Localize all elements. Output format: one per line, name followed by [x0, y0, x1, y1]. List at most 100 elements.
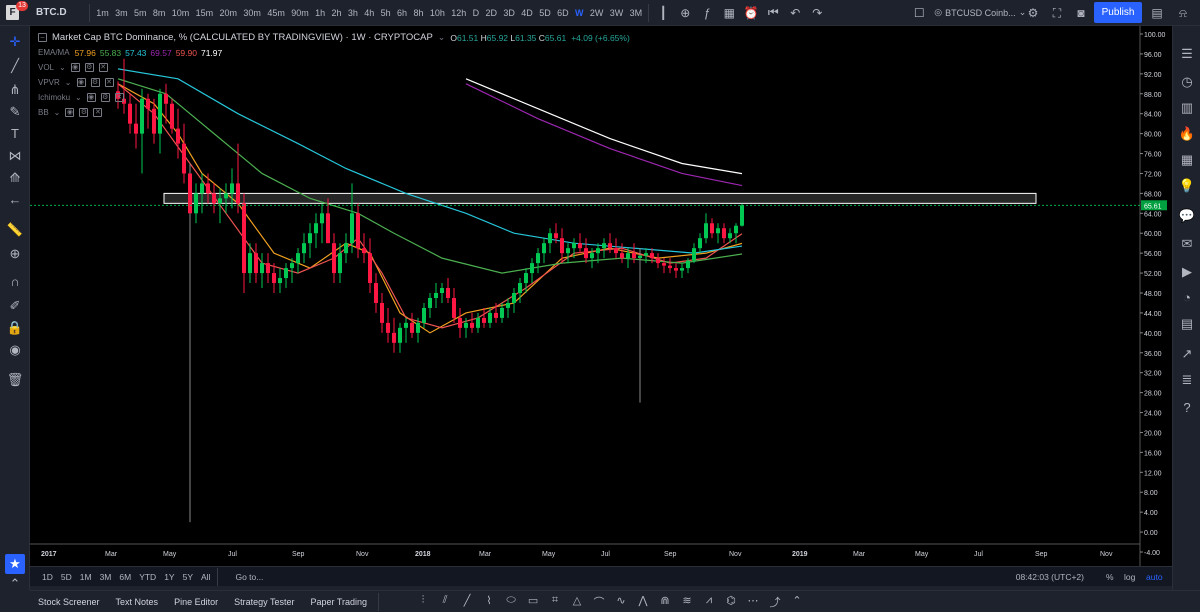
- range-5Y[interactable]: 5Y: [179, 572, 197, 582]
- hotlist-icon[interactable]: 🔥: [1177, 124, 1197, 144]
- cycle-icon[interactable]: ⌬: [720, 594, 742, 610]
- timeframe-4D[interactable]: 4D: [518, 8, 536, 18]
- goto-button[interactable]: Go to...: [221, 572, 263, 582]
- chevron-down-icon[interactable]: ⌄: [75, 93, 82, 102]
- range-5D[interactable]: 5D: [57, 572, 76, 582]
- range-All[interactable]: All: [197, 572, 214, 582]
- lock-icon[interactable]: 🔒: [5, 318, 25, 338]
- watchlist-panel-icon[interactable]: ☰: [1177, 44, 1197, 64]
- timeframe-2h[interactable]: 2h: [328, 8, 344, 18]
- favorites-star-icon[interactable]: ★: [5, 554, 25, 574]
- templates-icon[interactable]: ▦: [718, 6, 740, 20]
- text-icon[interactable]: T: [5, 124, 25, 144]
- chevron-down-icon[interactable]: ⌄: [438, 32, 446, 43]
- eye-icon[interactable]: ◉: [70, 63, 80, 72]
- range-3M[interactable]: 3M: [96, 572, 116, 582]
- timeframe-5m[interactable]: 5m: [131, 8, 150, 18]
- timeframe-2W[interactable]: 2W: [587, 8, 607, 18]
- timeframe-8m[interactable]: 8m: [150, 8, 169, 18]
- eye-icon[interactable]: ◉: [65, 108, 75, 117]
- menu-logo[interactable]: F 13: [0, 0, 28, 26]
- timeframe-10m[interactable]: 10m: [169, 8, 193, 18]
- layout-icon[interactable]: ☐: [908, 6, 930, 20]
- abcd-icon[interactable]: ⩘: [698, 594, 720, 610]
- chat-icon[interactable]: 💬: [1177, 206, 1197, 226]
- forecast-icon[interactable]: ⤴: [764, 594, 786, 610]
- private-chat-icon[interactable]: ✉: [1177, 234, 1197, 254]
- fullscreen-icon[interactable]: ⛶: [1046, 2, 1068, 24]
- triangle-icon[interactable]: △: [566, 594, 588, 610]
- log-scale-toggle[interactable]: log: [1124, 572, 1135, 582]
- help-icon[interactable]: ?: [1177, 398, 1197, 418]
- publish-button[interactable]: Publish: [1094, 2, 1142, 23]
- ellipse-icon[interactable]: ⬭: [500, 594, 522, 610]
- xabcd-icon[interactable]: ⋀: [632, 594, 654, 610]
- channel-icon[interactable]: ⫽: [434, 594, 456, 610]
- compare-symbol[interactable]: ◎ BTCUSD Coinb... ⌄: [930, 7, 1030, 18]
- undo-icon[interactable]: ↶: [784, 6, 806, 20]
- timeframe-1h[interactable]: 1h: [312, 8, 328, 18]
- ruler-icon[interactable]: 📏: [5, 220, 25, 240]
- timeframe-2D[interactable]: 2D: [482, 8, 500, 18]
- timeframe-3D[interactable]: 3D: [500, 8, 518, 18]
- settings-icon[interactable]: ⚙: [100, 93, 110, 102]
- data-window-icon[interactable]: ▥: [1177, 98, 1197, 118]
- magnet-icon[interactable]: ∩: [5, 272, 25, 292]
- chart-pane[interactable]: 100.00 96.00 92.00 88.00 84.00 80.00 76.00 72.0…: [30, 26, 1172, 566]
- tab-text-notes[interactable]: Text Notes: [108, 597, 167, 607]
- rectangle-icon[interactable]: ▭: [522, 594, 544, 610]
- auto-scale-toggle[interactable]: auto: [1146, 572, 1163, 582]
- chevron-down-icon[interactable]: ⌄: [59, 63, 66, 72]
- close-icon[interactable]: ✕: [104, 78, 114, 87]
- streams-icon[interactable]: ▶: [1177, 262, 1197, 282]
- polyline-icon[interactable]: ⌗: [544, 594, 566, 610]
- trash-icon[interactable]: 🗑: [5, 370, 25, 390]
- timeframe-W[interactable]: W: [572, 8, 587, 18]
- calendar-icon[interactable]: ▦: [1177, 150, 1197, 170]
- close-icon[interactable]: ✕: [98, 63, 108, 72]
- collapse-legend-icon[interactable]: –: [38, 33, 47, 42]
- settings-icon[interactable]: ⚙: [79, 108, 89, 117]
- symbol-search[interactable]: BTC.D: [26, 7, 86, 18]
- zoom-in-icon[interactable]: ⊕: [5, 244, 25, 264]
- chevron-down-icon[interactable]: ⌄: [65, 78, 72, 87]
- eye-icon[interactable]: ◉: [5, 340, 25, 360]
- alerts-bell-icon[interactable]: ⍾: [1172, 2, 1194, 24]
- indicators-icon[interactable]: ƒ: [696, 6, 718, 20]
- fib-icon[interactable]: ⫶: [412, 594, 434, 610]
- trend-line-icon[interactable]: ╱: [5, 56, 25, 76]
- settings-icon[interactable]: ⚙: [90, 78, 100, 87]
- timeframe-3M[interactable]: 3M: [626, 8, 645, 18]
- timeframe-10h[interactable]: 10h: [427, 8, 448, 18]
- notifications-icon[interactable]: ◔: [1177, 288, 1197, 308]
- stay-in-drawing-icon[interactable]: ✐: [5, 296, 25, 316]
- redo-icon[interactable]: ↷: [806, 6, 828, 20]
- range-1D[interactable]: 1D: [38, 572, 57, 582]
- chart-style-icon[interactable]: ┃: [652, 6, 674, 20]
- alert-icon[interactable]: ⏰: [740, 6, 762, 20]
- timeframe-3m[interactable]: 3m: [112, 8, 131, 18]
- back-arrow-icon[interactable]: ←: [5, 190, 25, 210]
- more-icon[interactable]: ⌃: [786, 594, 808, 610]
- range-6M[interactable]: 6M: [115, 572, 135, 582]
- trending-icon[interactable]: ↗: [1177, 344, 1197, 364]
- tab-pine-editor[interactable]: Pine Editor: [166, 597, 226, 607]
- timeframe-90m[interactable]: 90m: [288, 8, 312, 18]
- timeframe-1m[interactable]: 1m: [93, 8, 112, 18]
- timeframe-12h[interactable]: 12h: [448, 8, 469, 18]
- pattern-icon[interactable]: ⋈: [5, 146, 25, 166]
- tab-paper-trading[interactable]: Paper Trading: [302, 597, 375, 607]
- percent-scale-toggle[interactable]: %: [1106, 572, 1114, 582]
- arc-icon[interactable]: ⌒: [588, 594, 610, 610]
- close-icon[interactable]: ✕: [114, 93, 124, 102]
- list-icon[interactable]: ≣: [1177, 370, 1197, 390]
- line-icon[interactable]: ╱: [456, 594, 478, 610]
- brush-icon[interactable]: ✎: [5, 102, 25, 122]
- wave-icon[interactable]: ⋯: [742, 594, 764, 610]
- settings-gear-icon[interactable]: ⚙: [1022, 2, 1044, 24]
- clock-icon[interactable]: ◷: [1177, 72, 1197, 92]
- timeframe-20m[interactable]: 20m: [216, 8, 240, 18]
- compare-add-icon[interactable]: ⊕: [674, 6, 696, 20]
- close-icon[interactable]: ✕: [93, 108, 103, 117]
- eye-icon[interactable]: ◉: [86, 93, 96, 102]
